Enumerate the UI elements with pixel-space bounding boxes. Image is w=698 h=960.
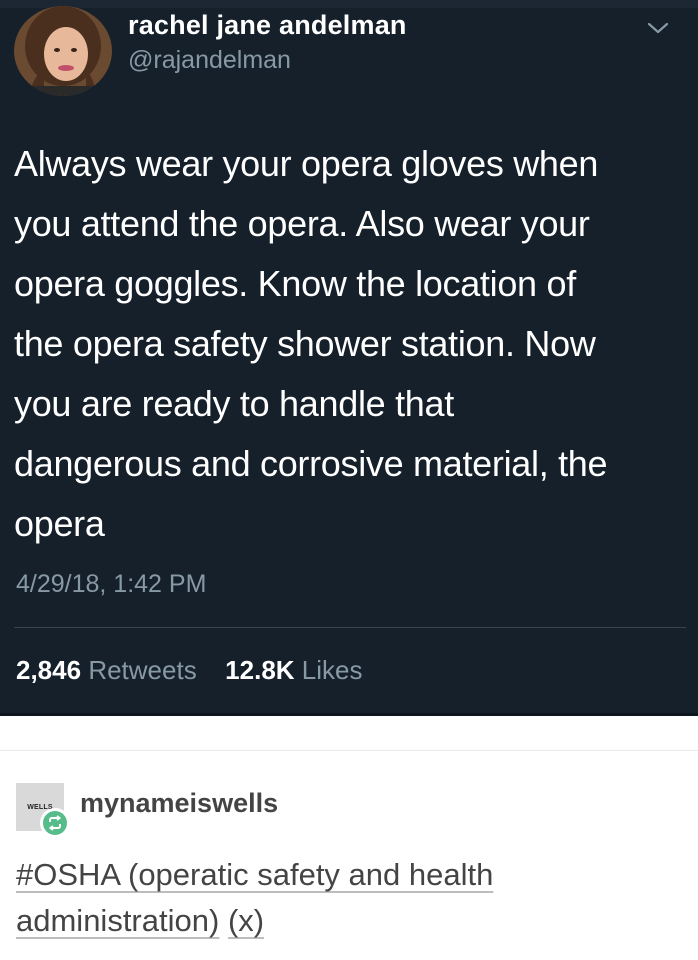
blog-name[interactable]: mynameiswells (80, 788, 278, 819)
tweet-text-line: the opera safety shower station. Now (14, 323, 596, 364)
tweet-stats: 2,846 Retweets 12.8K Likes (16, 655, 363, 686)
tweet-text: Always wear your opera gloves when you a… (14, 134, 684, 554)
retweet-label: Retweets (88, 655, 197, 685)
retweets-stat[interactable]: 2,846 Retweets (16, 655, 204, 685)
reblog-icon (40, 808, 70, 838)
top-strip (0, 0, 698, 8)
divider (0, 750, 698, 751)
user-handle[interactable]: @rajandelman (128, 46, 291, 75)
post-text: #OSHA (operatic safety and health admini… (16, 852, 676, 944)
post-link-line: administration) (16, 903, 220, 938)
display-name[interactable]: rachel jane andelman (128, 10, 407, 41)
source-link[interactable]: (x) (228, 903, 264, 938)
tweet-text-line: dangerous and corrosive material, the (14, 443, 608, 484)
chevron-down-icon[interactable] (646, 20, 670, 36)
like-count: 12.8K (225, 655, 295, 685)
like-label: Likes (301, 655, 363, 685)
tweet-timestamp[interactable]: 4/29/18, 1:42 PM (16, 570, 206, 599)
retweet-count: 2,846 (16, 655, 82, 685)
avatar[interactable] (14, 6, 112, 96)
likes-stat[interactable]: 12.8K Likes (225, 655, 362, 685)
tweet-text-line: you attend the opera. Also wear your (14, 203, 590, 244)
tweet-text-line: opera goggles. Know the location of (14, 263, 576, 304)
post-link-line: #OSHA (operatic safety and health (16, 857, 494, 892)
tweet-text-line: opera (14, 503, 105, 544)
tweet-card: rachel jane andelman @rajandelman Always… (0, 0, 698, 716)
divider (14, 627, 686, 628)
tweet-text-line: Always wear your opera gloves when (14, 143, 599, 184)
tweet-text-line: you are ready to handle that (14, 383, 454, 424)
